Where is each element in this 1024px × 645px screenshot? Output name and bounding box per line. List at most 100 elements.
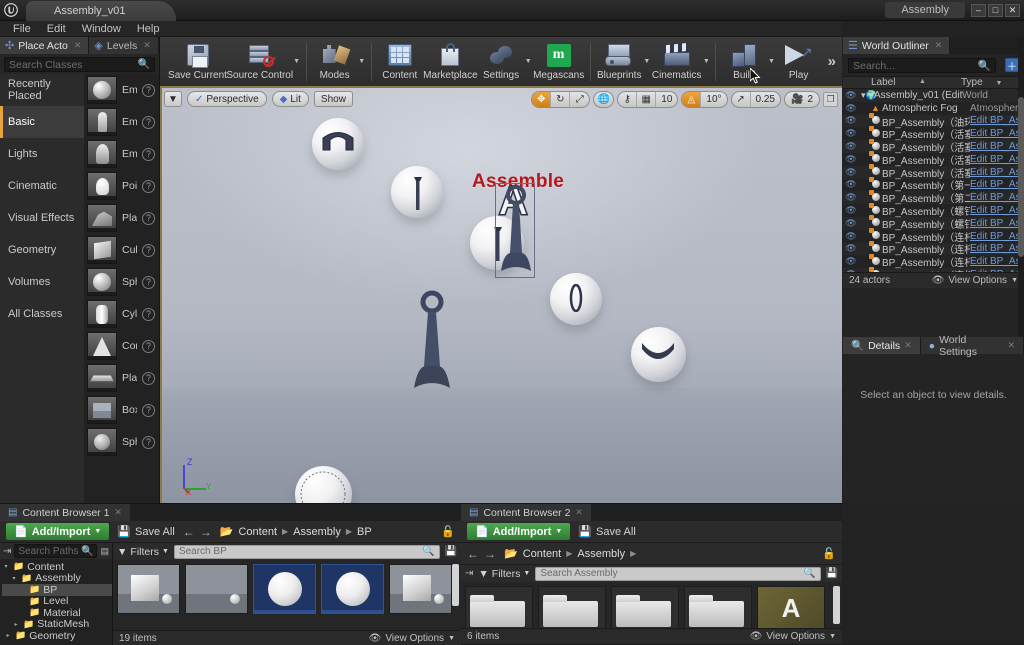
asset-search-input[interactable]: Search BP 🔍	[173, 544, 440, 559]
visibility-eye-icon[interactable]: 👁	[843, 154, 859, 165]
menu-edit[interactable]: Edit	[40, 22, 73, 36]
visibility-eye-icon[interactable]: 👁	[843, 243, 859, 254]
angle-snap-value[interactable]: 10°	[701, 92, 726, 107]
visibility-eye-icon[interactable]: 👁	[843, 90, 859, 101]
project-tab[interactable]: Assembly_v01	[26, 1, 176, 21]
actor-item[interactable]: Plane ?	[84, 362, 159, 394]
tree-node-content[interactable]: ▾ 📁 Content	[2, 561, 112, 573]
angle-snap-icon[interactable]: ◬	[682, 91, 702, 107]
forward-arrow-icon[interactable]: →	[200, 525, 212, 539]
menu-file[interactable]: File	[6, 22, 38, 36]
filters-button[interactable]: ▼ Filters ▼	[117, 546, 169, 558]
help-icon[interactable]: ?	[142, 307, 155, 321]
breadcrumb-assembly[interactable]: Assembly	[577, 548, 625, 560]
folder-tile[interactable]	[465, 586, 533, 628]
settings-dropdown-arrow[interactable]: ▼	[524, 39, 532, 85]
expander-icon[interactable]: ▾	[10, 575, 18, 582]
expander-icon[interactable]: ▸	[12, 621, 20, 628]
category-volumes[interactable]: Volumes	[0, 266, 84, 298]
actor-item[interactable]: Empt ?	[84, 74, 159, 106]
toolbar-cinematics[interactable]: Cinematics	[651, 39, 702, 85]
row-type-link[interactable]: Edit BP_As	[970, 256, 1024, 267]
add-import-button[interactable]: 📄 Add/Import ▼	[467, 523, 571, 540]
asset-tile[interactable]	[117, 564, 180, 614]
row-type-link[interactable]: Edit BP_As	[970, 167, 1024, 178]
help-icon[interactable]: ?	[142, 211, 155, 225]
lock-icon[interactable]: 🔓	[441, 525, 455, 538]
category-geometry[interactable]: Geometry	[0, 234, 84, 266]
viewport-options-dropdown[interactable]: ▼	[164, 91, 182, 107]
visibility-eye-icon[interactable]: 👁	[843, 128, 859, 139]
forward-arrow-icon[interactable]: →	[484, 547, 496, 561]
expander-icon[interactable]: ▾	[2, 563, 10, 570]
breadcrumb-content[interactable]: Content	[238, 526, 277, 538]
breadcrumb-content[interactable]: Content	[523, 548, 562, 560]
maximize-button[interactable]: □	[988, 3, 1003, 17]
viewport-part[interactable]	[391, 166, 443, 218]
row-type-link[interactable]: Edit BP_As	[970, 218, 1024, 229]
column-type-header[interactable]: Type ▼	[961, 77, 1024, 88]
asset-tile-selected[interactable]	[253, 564, 316, 614]
world-coord-icon[interactable]: 🌐	[594, 92, 613, 107]
scale-snap-value[interactable]: 0.25	[751, 92, 780, 107]
visibility-eye-icon[interactable]: 👁	[843, 205, 859, 216]
category-basic[interactable]: Basic	[0, 106, 84, 138]
build-dropdown-arrow[interactable]: ▼	[767, 39, 775, 85]
toolbar-play[interactable]: ↗ Play	[776, 39, 822, 85]
cinematics-dropdown-arrow[interactable]: ▼	[702, 39, 710, 85]
category-lights[interactable]: Lights	[0, 138, 84, 170]
asset-scrollbar[interactable]	[833, 586, 840, 624]
asset-tile[interactable]	[389, 564, 452, 614]
category-recently-placed[interactable]: Recently Placed	[0, 74, 84, 106]
toolbar-modes[interactable]: Modes	[312, 39, 358, 85]
move-icon[interactable]: ✥	[532, 91, 552, 107]
tab-world-settings[interactable]: ● World Settings ✕	[920, 334, 1024, 358]
menu-window[interactable]: Window	[75, 22, 128, 36]
paths-toggle-icon[interactable]: ⇥	[465, 568, 473, 579]
minimize-button[interactable]: –	[971, 3, 986, 17]
save-search-icon[interactable]: 💾	[445, 546, 457, 557]
row-type-link[interactable]: Edit BP_As	[970, 128, 1024, 139]
toolbar-overflow-button[interactable]: »	[822, 53, 842, 70]
search-paths-input[interactable]: Search Paths 🔍	[14, 544, 98, 558]
tree-node-assembly[interactable]: ▾ 📁 Assembly	[2, 572, 112, 584]
toolbar-megascans[interactable]: m Megascans	[532, 39, 585, 85]
tree-node-geometry[interactable]: ▸ 📁 Geometry	[2, 630, 112, 642]
outliner-scrollbar-thumb[interactable]	[1018, 97, 1024, 257]
toolbar-blueprints[interactable]: Blueprints	[596, 39, 643, 85]
toolbar-source-control[interactable]: Source Control	[226, 39, 293, 85]
world-outliner-search-input[interactable]: Search... 🔍	[848, 58, 996, 73]
scale-snap-icon[interactable]: ↗	[732, 91, 751, 107]
close-icon[interactable]: ✕	[935, 40, 943, 51]
level-viewport[interactable]: Assemble A Z Y X	[160, 88, 842, 503]
paths-options-icon[interactable]: ▤	[100, 546, 109, 557]
expander-icon[interactable]: ▸	[4, 632, 12, 639]
actor-item[interactable]: Box T ?	[84, 394, 159, 426]
row-type-link[interactable]: Edit BP_As	[970, 243, 1024, 254]
tab-place-actors[interactable]: ✣ Place Acto ✕	[0, 37, 90, 54]
blueprints-dropdown-arrow[interactable]: ▼	[643, 39, 651, 85]
row-type-link[interactable]: Edit BP_As	[970, 192, 1024, 203]
asset-view-options[interactable]: 👁 View Options ▼	[369, 633, 455, 644]
viewport-show-menu-button[interactable]: Show	[313, 91, 353, 107]
close-button[interactable]: ✕	[1005, 3, 1020, 17]
filters-button[interactable]: ▼ Filters ▼	[478, 568, 530, 580]
visibility-eye-icon[interactable]: 👁	[843, 192, 859, 203]
asset-search-input[interactable]: Search Assembly 🔍	[535, 566, 821, 581]
column-label-header[interactable]: Label ▲	[843, 77, 961, 88]
viewport-part[interactable]	[550, 273, 602, 325]
visibility-eye-icon[interactable]: 👁	[843, 256, 859, 267]
back-arrow-icon[interactable]: ←	[183, 525, 195, 539]
row-type-link[interactable]: Edit BP_As	[970, 269, 1024, 272]
row-type-link[interactable]: Edit BP_As	[970, 141, 1024, 152]
close-icon[interactable]: ✕	[114, 507, 122, 518]
folder-tile[interactable]	[611, 586, 679, 628]
add-column-icon[interactable]: ＋	[1005, 58, 1019, 73]
tab-content-browser-1[interactable]: ▤ Content Browser 1 ✕	[0, 504, 130, 521]
help-icon[interactable]: ?	[142, 179, 155, 193]
visibility-eye-icon[interactable]: 👁	[843, 103, 859, 114]
row-type-link[interactable]: Edit BP_As	[970, 205, 1024, 216]
tree-node-bp[interactable]: 📁 BP	[2, 584, 112, 596]
modes-dropdown-arrow[interactable]: ▼	[358, 39, 366, 85]
tree-node-staticmesh[interactable]: ▸ 📁 StaticMesh	[2, 618, 112, 630]
